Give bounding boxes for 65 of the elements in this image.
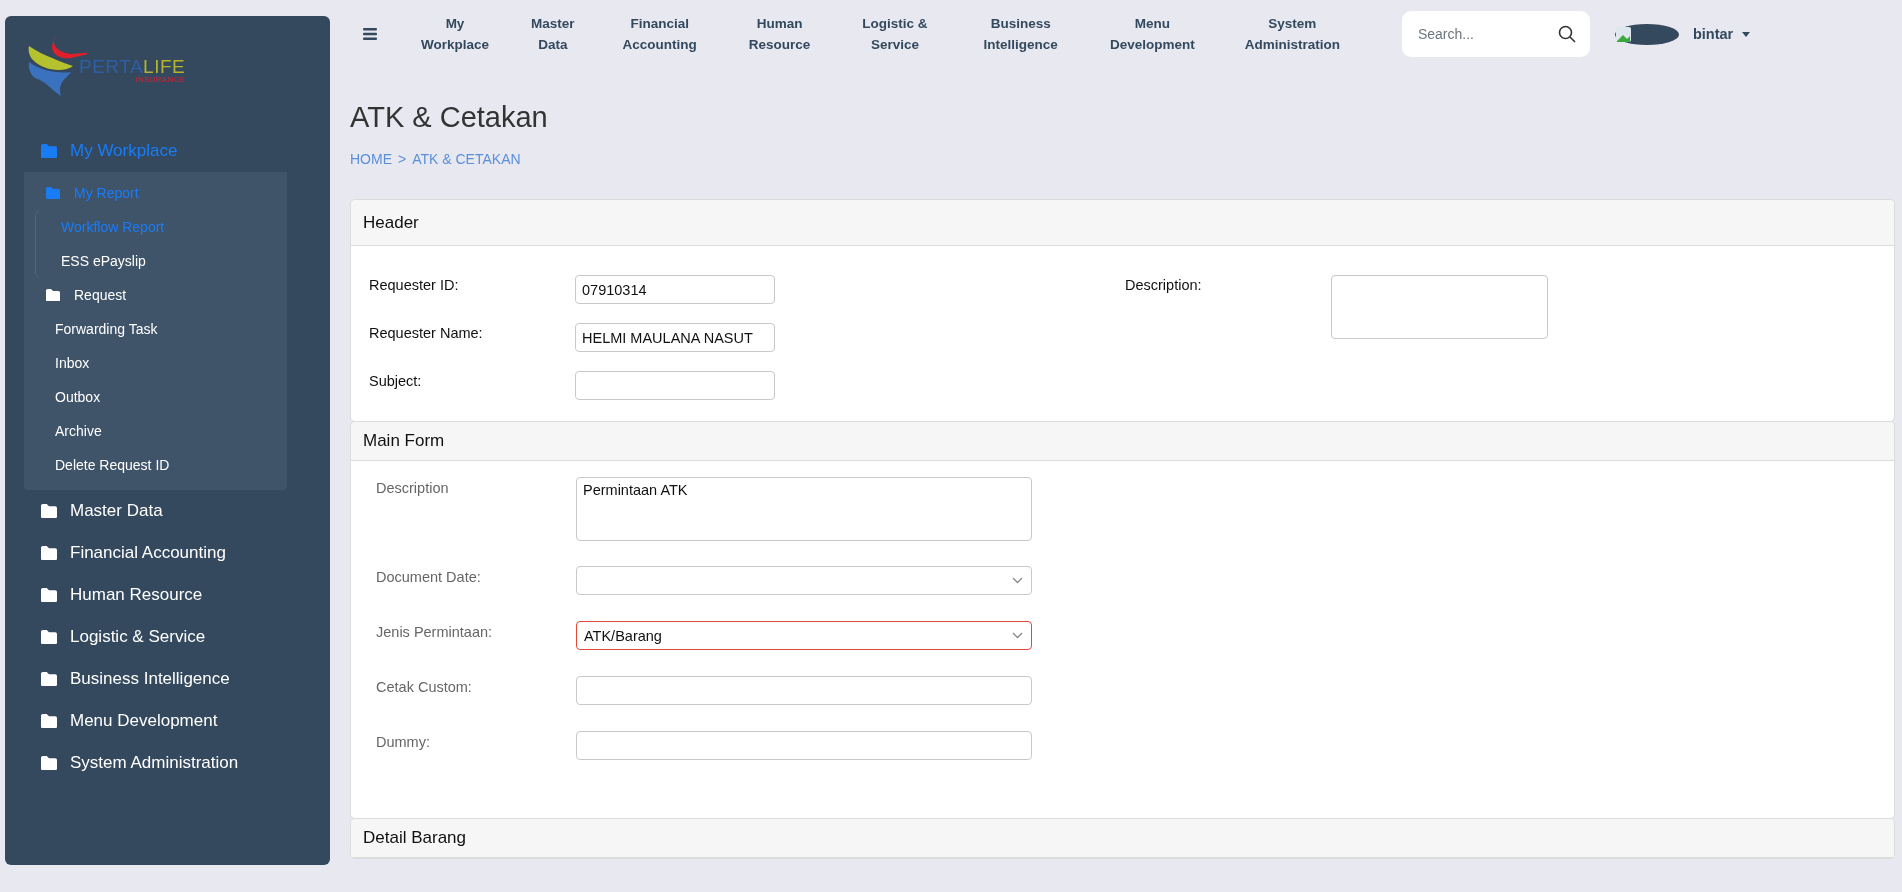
folder-icon [41, 545, 57, 561]
input-field[interactable]: 07910314 [575, 275, 775, 304]
nav-link[interactable]: Menu Development [1099, 13, 1205, 55]
chevron-icon [1012, 632, 1023, 639]
field-label: Jenis Permintaan: [376, 623, 494, 640]
folder-icon [46, 186, 60, 200]
sidebar-item[interactable]: Outbox [24, 380, 287, 414]
field-label: Requester ID: [369, 276, 460, 293]
search-field[interactable]: Search... [1401, 11, 1590, 57]
menu-icon[interactable] [363, 28, 377, 40]
field-label: Document Date: [376, 568, 482, 585]
sidebar-item[interactable]: Request [24, 278, 287, 312]
breadcrumb-separator: > [398, 151, 407, 167]
input-field[interactable] [575, 371, 775, 400]
nav-link[interactable]: Master Data [521, 13, 585, 55]
field-label: Dummy: [376, 733, 431, 750]
section-header: Detail Barang [351, 819, 1894, 858]
user-menu[interactable]: bintar [1692, 26, 1751, 42]
folder-icon [41, 671, 57, 687]
field-label: Cetak Custom: [376, 678, 473, 695]
sidebar-item[interactable]: Menu Development [5, 700, 330, 742]
search-icon[interactable] [1557, 25, 1576, 43]
input-field[interactable] [576, 676, 1032, 705]
sidebar-item[interactable]: Logistic & Service [5, 616, 330, 658]
input-field[interactable] [576, 731, 1032, 760]
folder-icon [41, 755, 57, 771]
nav-link[interactable]: Human Resource [738, 13, 821, 55]
page-title: ATK & Cetakan [350, 100, 549, 134]
folder-icon [46, 288, 60, 302]
folder-icon [41, 629, 57, 645]
text-area[interactable] [1331, 275, 1548, 339]
sidebar-item[interactable]: Inbox [24, 346, 287, 380]
chevron-icon [1012, 577, 1023, 584]
field-label: Description: [1125, 276, 1203, 293]
sidebar-item[interactable]: Human Resource [5, 574, 330, 616]
sidebar-item[interactable]: Forwarding Task [24, 312, 287, 346]
sidebar-item[interactable]: Delete Request ID [24, 448, 287, 482]
sidebar-item[interactable]: Business Intelligence [5, 658, 330, 700]
select-field[interactable] [576, 566, 1032, 595]
field-label: Description [376, 479, 450, 496]
avatar-icon [1614, 23, 1679, 45]
folder-icon [41, 587, 57, 603]
logo-wordmark: PERTALIFE [79, 57, 186, 76]
field-label: Requester Name: [369, 324, 484, 341]
text-area[interactable]: Permintaan ATK [576, 477, 1032, 541]
logo-tagline: INSURANCE [135, 76, 186, 84]
folder-icon [41, 713, 57, 729]
sidebar-item[interactable]: Archive [24, 414, 287, 448]
folder-icon [41, 503, 57, 519]
section-header: Header [351, 200, 1894, 246]
select-field[interactable]: ATK/Barang [576, 621, 1032, 650]
section-header: Main Form [351, 422, 1894, 461]
nav-link[interactable]: System Administration [1234, 13, 1350, 55]
nav-link[interactable]: My Workplace [411, 13, 500, 55]
sidebar-item[interactable]: System Administration [5, 742, 330, 784]
nav-link[interactable]: Logistic & Service [852, 13, 938, 55]
field-label: Subject: [369, 372, 423, 389]
input-field[interactable]: HELMI MAULANA NASUT [575, 323, 775, 352]
sidebar-item[interactable]: Master Data [5, 490, 330, 532]
nav-link[interactable]: Business Intelligence [973, 13, 1068, 55]
nav-link[interactable]: Financial Accounting [612, 13, 707, 55]
sidebar-item[interactable]: Financial Accounting [5, 532, 330, 574]
sidebar-item[interactable]: ESS ePayslip [36, 244, 287, 278]
caret-icon [1742, 31, 1751, 37]
folder-icon [41, 143, 57, 159]
